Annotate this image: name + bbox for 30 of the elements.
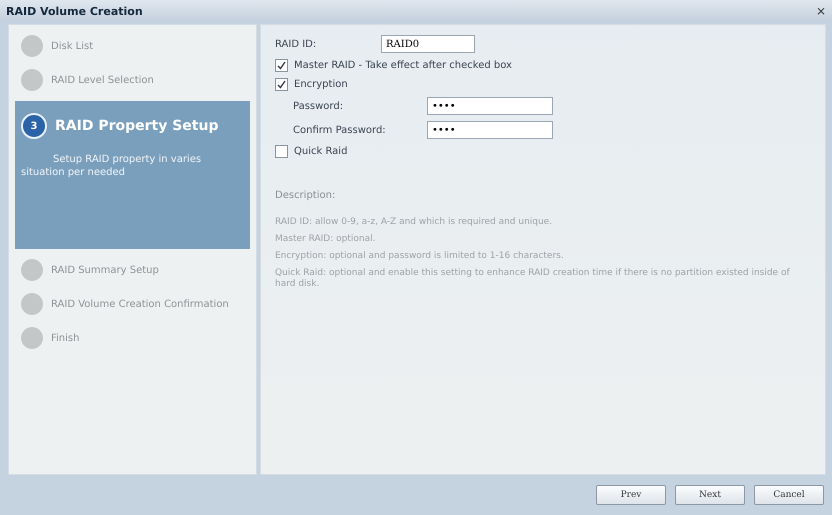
checkbox-label: Encryption [294,79,348,90]
confirm-password-field[interactable]: •••• [427,121,553,139]
step-label: Disk List [51,40,94,52]
field-label: RAID ID: [275,38,318,50]
description-title: Description: [275,190,336,201]
checkbox-label: Master RAID - Take effect after checked box [294,60,512,71]
cancel-button[interactable]: Cancel [754,485,824,505]
field-label: Password: [293,100,344,112]
description-text: Quick Raid: optional and enable this setting to enhance RAID creation time if there is no partition existed inside of hard disk. [275,268,791,290]
step-label: Finish [51,332,80,344]
close-button[interactable]: × [816,4,826,18]
checkbox-label: Quick Raid [294,146,348,157]
step-label: RAID Level Selection [51,74,154,86]
raid-id-field[interactable]: RAID0 [381,35,475,53]
step-description: Setup RAID property in varies situation per needed [21,153,202,179]
checkbox[interactable] [275,59,288,72]
checkbox[interactable] [275,78,288,91]
field-label: Confirm Password: [293,124,387,136]
prev-button[interactable]: Prev [596,485,666,505]
description-text: Encryption: optional and password is limited to 1-16 characters. [275,251,565,262]
step-label: RAID Summary Setup [51,264,159,276]
checkbox[interactable] [275,145,288,158]
description-text: RAID ID: allow 0-9, a-z, A-Z and which is required and unique. [275,217,554,228]
step-label: RAID Volume Creation Confirmation [51,298,229,310]
next-button[interactable]: Next [675,485,745,505]
step-label: RAID Property Setup [55,118,218,134]
step-circle-icon: 3 [21,113,47,139]
password-field[interactable]: •••• [427,97,553,115]
description-text: Master RAID: optional. [275,234,376,245]
window-title: RAID Volume Creation [6,4,143,18]
